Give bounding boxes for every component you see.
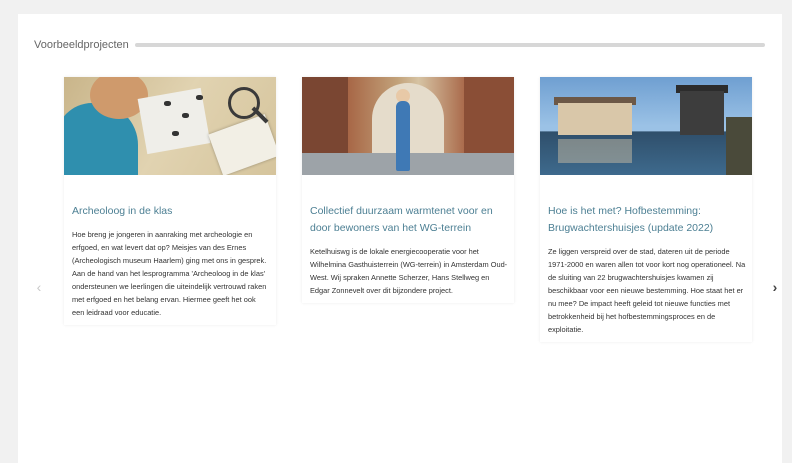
section-divider (134, 43, 765, 47)
image-shape (558, 139, 632, 163)
section-title: Voorbeeldprojecten (34, 39, 129, 51)
card-text: Ze liggen verspreid over de stad, datere… (548, 247, 746, 334)
project-card[interactable]: Archeoloog in de klas Hoe breng je jonge… (64, 77, 276, 325)
project-image-warmtenet[interactable] (302, 77, 514, 175)
card-title[interactable]: Collectief duurzaam warmtenet voor en do… (310, 203, 508, 237)
image-shape (558, 103, 632, 135)
image-shape (182, 113, 189, 118)
image-shape (172, 131, 179, 136)
card-title[interactable]: Archeoloog in de klas (72, 203, 270, 220)
magnifier-icon (228, 87, 260, 119)
image-shape (726, 117, 752, 175)
image-shape (680, 91, 724, 135)
chevron-right-icon: › (772, 279, 778, 295)
card-title[interactable]: Hoe is het met? Hofbestemming: Brugwacht… (548, 203, 746, 237)
project-card[interactable]: Hoe is het met? Hofbestemming: Brugwacht… (540, 77, 752, 342)
image-shape (396, 101, 410, 171)
carousel-next-button[interactable]: › (766, 278, 784, 296)
project-image-brugwachtershuisjes[interactable] (540, 77, 752, 175)
image-shape (164, 101, 171, 106)
section-header: Voorbeeldprojecten (34, 36, 765, 54)
card-text: Hoe breng je jongeren in aanraking met a… (72, 230, 267, 317)
chevron-left-icon: ‹ (36, 279, 42, 295)
image-shape (196, 95, 203, 100)
project-image-archeology[interactable] (64, 77, 276, 175)
project-card[interactable]: Collectief duurzaam warmtenet voor en do… (302, 77, 514, 303)
card-text: Ketelhuiswg is de lokale energiecooperat… (310, 247, 508, 295)
carousel-prev-button[interactable]: ‹ (30, 278, 48, 296)
